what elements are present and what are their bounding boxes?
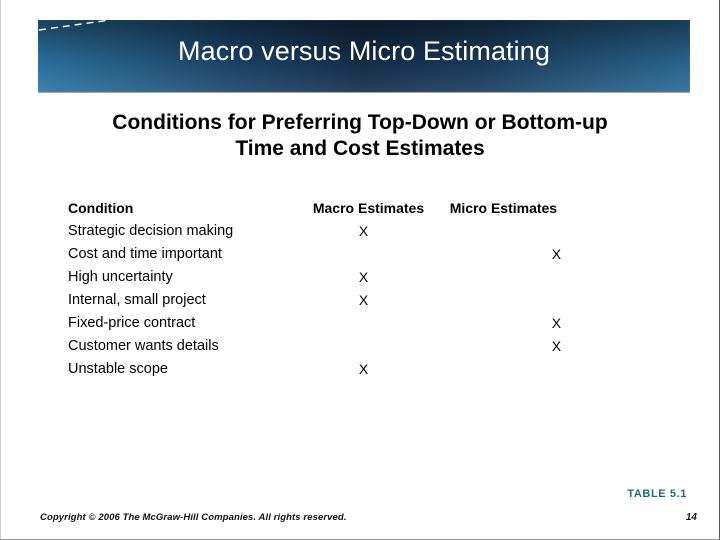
micro-mark: [442, 292, 588, 315]
micro-mark: X: [442, 315, 588, 338]
subtitle-line-2: Time and Cost Estimates: [235, 137, 485, 160]
table-header-row: Condition Macro Estimates Micro Estimate…: [68, 200, 588, 223]
column-header-micro-estimates: Micro Estimates: [449, 200, 558, 216]
table-row: High uncertainty X: [68, 269, 588, 292]
check-mark: X: [358, 223, 369, 239]
dashed-accent-line: [38, 19, 111, 31]
micro-mark: X: [442, 246, 588, 269]
table-row: Unstable scope X: [68, 361, 588, 384]
macro-mark: X: [313, 223, 442, 246]
condition-label: Internal, small project: [68, 292, 206, 308]
table-row: Cost and time important X: [68, 246, 588, 269]
table-row: Strategic decision making X: [68, 223, 588, 246]
check-mark: X: [551, 315, 562, 331]
table-row: Fixed-price contract X: [68, 315, 588, 338]
table-reference-label: TABLE 5.1: [627, 488, 687, 500]
subtitle: Conditions for Preferring Top-Down or Bo…: [60, 110, 660, 162]
check-mark: X: [551, 246, 562, 262]
table-body: Strategic decision making X Cost and tim…: [68, 223, 588, 384]
macro-mark: [313, 315, 442, 338]
micro-mark: [442, 361, 588, 384]
condition-label: Strategic decision making: [68, 223, 234, 239]
page-number: 14: [685, 512, 697, 523]
macro-mark: X: [313, 361, 442, 384]
check-mark: X: [358, 269, 369, 285]
check-mark: X: [551, 338, 562, 354]
copyright-notice: Copyright © 2006 The McGraw-Hill Compani…: [40, 512, 347, 523]
check-mark: X: [358, 292, 369, 308]
table-row: Customer wants details X: [68, 338, 588, 361]
page-title: Macro versus Micro Estimating: [178, 36, 550, 66]
condition-label: Customer wants details: [68, 338, 219, 354]
column-header-condition: Condition: [68, 200, 134, 216]
condition-label: High uncertainty: [68, 269, 173, 285]
condition-label: Cost and time important: [68, 246, 222, 262]
slide-canvas: Macro versus Micro Estimating Conditions…: [0, 0, 720, 540]
micro-mark: X: [442, 338, 588, 361]
estimates-table: Condition Macro Estimates Micro Estimate…: [68, 200, 588, 384]
macro-mark: [313, 338, 442, 361]
check-mark: X: [358, 361, 369, 377]
macro-mark: X: [313, 269, 442, 292]
micro-mark: [442, 269, 588, 292]
macro-mark: X: [313, 292, 442, 315]
condition-label: Unstable scope: [68, 361, 168, 377]
macro-mark: [313, 246, 442, 269]
subtitle-line-1: Conditions for Preferring Top-Down or Bo…: [112, 111, 608, 134]
title-banner: Macro versus Micro Estimating: [38, 20, 690, 92]
table-row: Internal, small project X: [68, 292, 588, 315]
condition-label: Fixed-price contract: [68, 315, 196, 331]
column-header-macro-estimates: Macro Estimates: [312, 200, 425, 216]
micro-mark: [442, 223, 588, 246]
